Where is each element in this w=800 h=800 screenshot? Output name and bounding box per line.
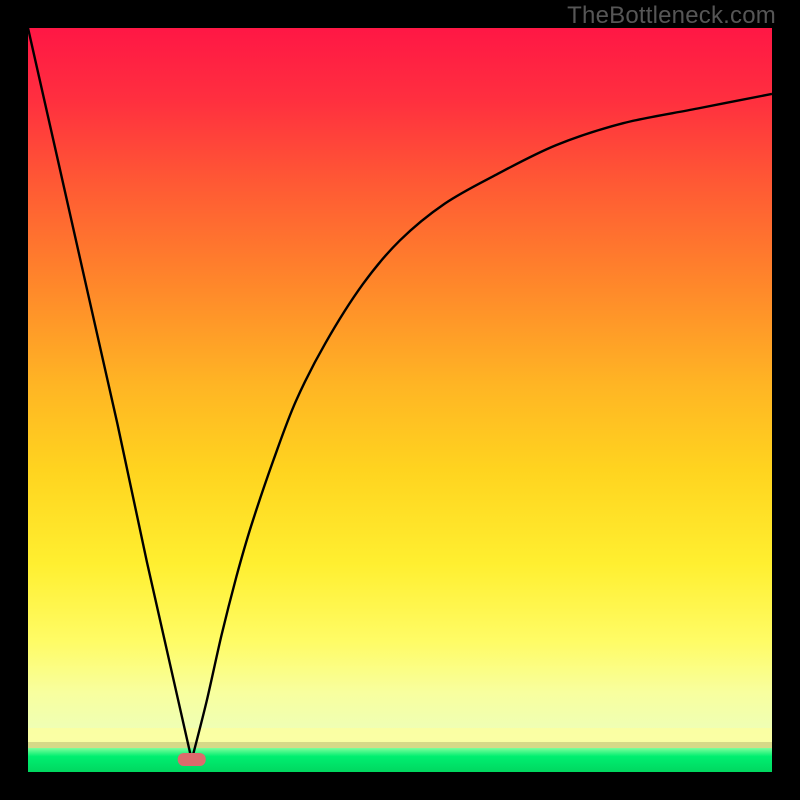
minimum-marker: [178, 753, 206, 766]
plot-area: [28, 28, 772, 772]
watermark-text: TheBottleneck.com: [567, 2, 776, 30]
bottleneck-chart: [28, 28, 772, 772]
glow-band: [28, 728, 772, 748]
outer-frame: TheBottleneck.com: [0, 0, 800, 800]
green-baseline-band: [28, 748, 772, 772]
gradient-background: [28, 28, 772, 742]
